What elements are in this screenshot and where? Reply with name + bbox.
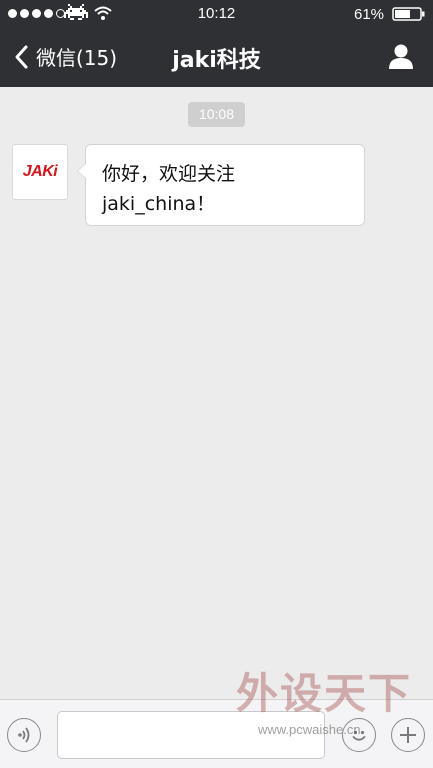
message-timestamp: 10:08 [188, 102, 245, 127]
voice-button[interactable] [7, 718, 41, 752]
battery-icon [392, 7, 425, 21]
emoji-button[interactable] [342, 718, 376, 752]
message-bubble[interactable]: 你好，欢迎关注 jaki_china！ [77, 144, 365, 226]
message-row: JAKi 你好，欢迎关注 jaki_china！ [12, 144, 365, 226]
chat-title: jaki科技 [172, 48, 261, 73]
message-line-1: 你好，欢迎关注 [102, 163, 236, 185]
person-icon[interactable] [387, 42, 415, 70]
input-bar [0, 699, 433, 768]
status-bar: 10:12 61% [0, 0, 433, 28]
nav-bar: 微信(15) jaki科技 [0, 28, 433, 87]
voice-icon [18, 727, 30, 743]
battery-percent: 61% [354, 6, 385, 23]
plus-button[interactable] [391, 718, 425, 752]
emoji-icon [352, 730, 366, 741]
message-input[interactable] [57, 711, 325, 759]
jaki-logo: JAKi [22, 163, 58, 180]
plus-icon [400, 727, 416, 743]
top-bar: 10:12 61% 微信(15) jaki科技 [0, 0, 433, 87]
message-line-2: jaki_china！ [102, 193, 216, 215]
avatar[interactable]: JAKi [12, 144, 68, 200]
chat-area[interactable]: 10:08 JAKi 你好，欢迎关注 jaki_china！ [0, 87, 433, 699]
